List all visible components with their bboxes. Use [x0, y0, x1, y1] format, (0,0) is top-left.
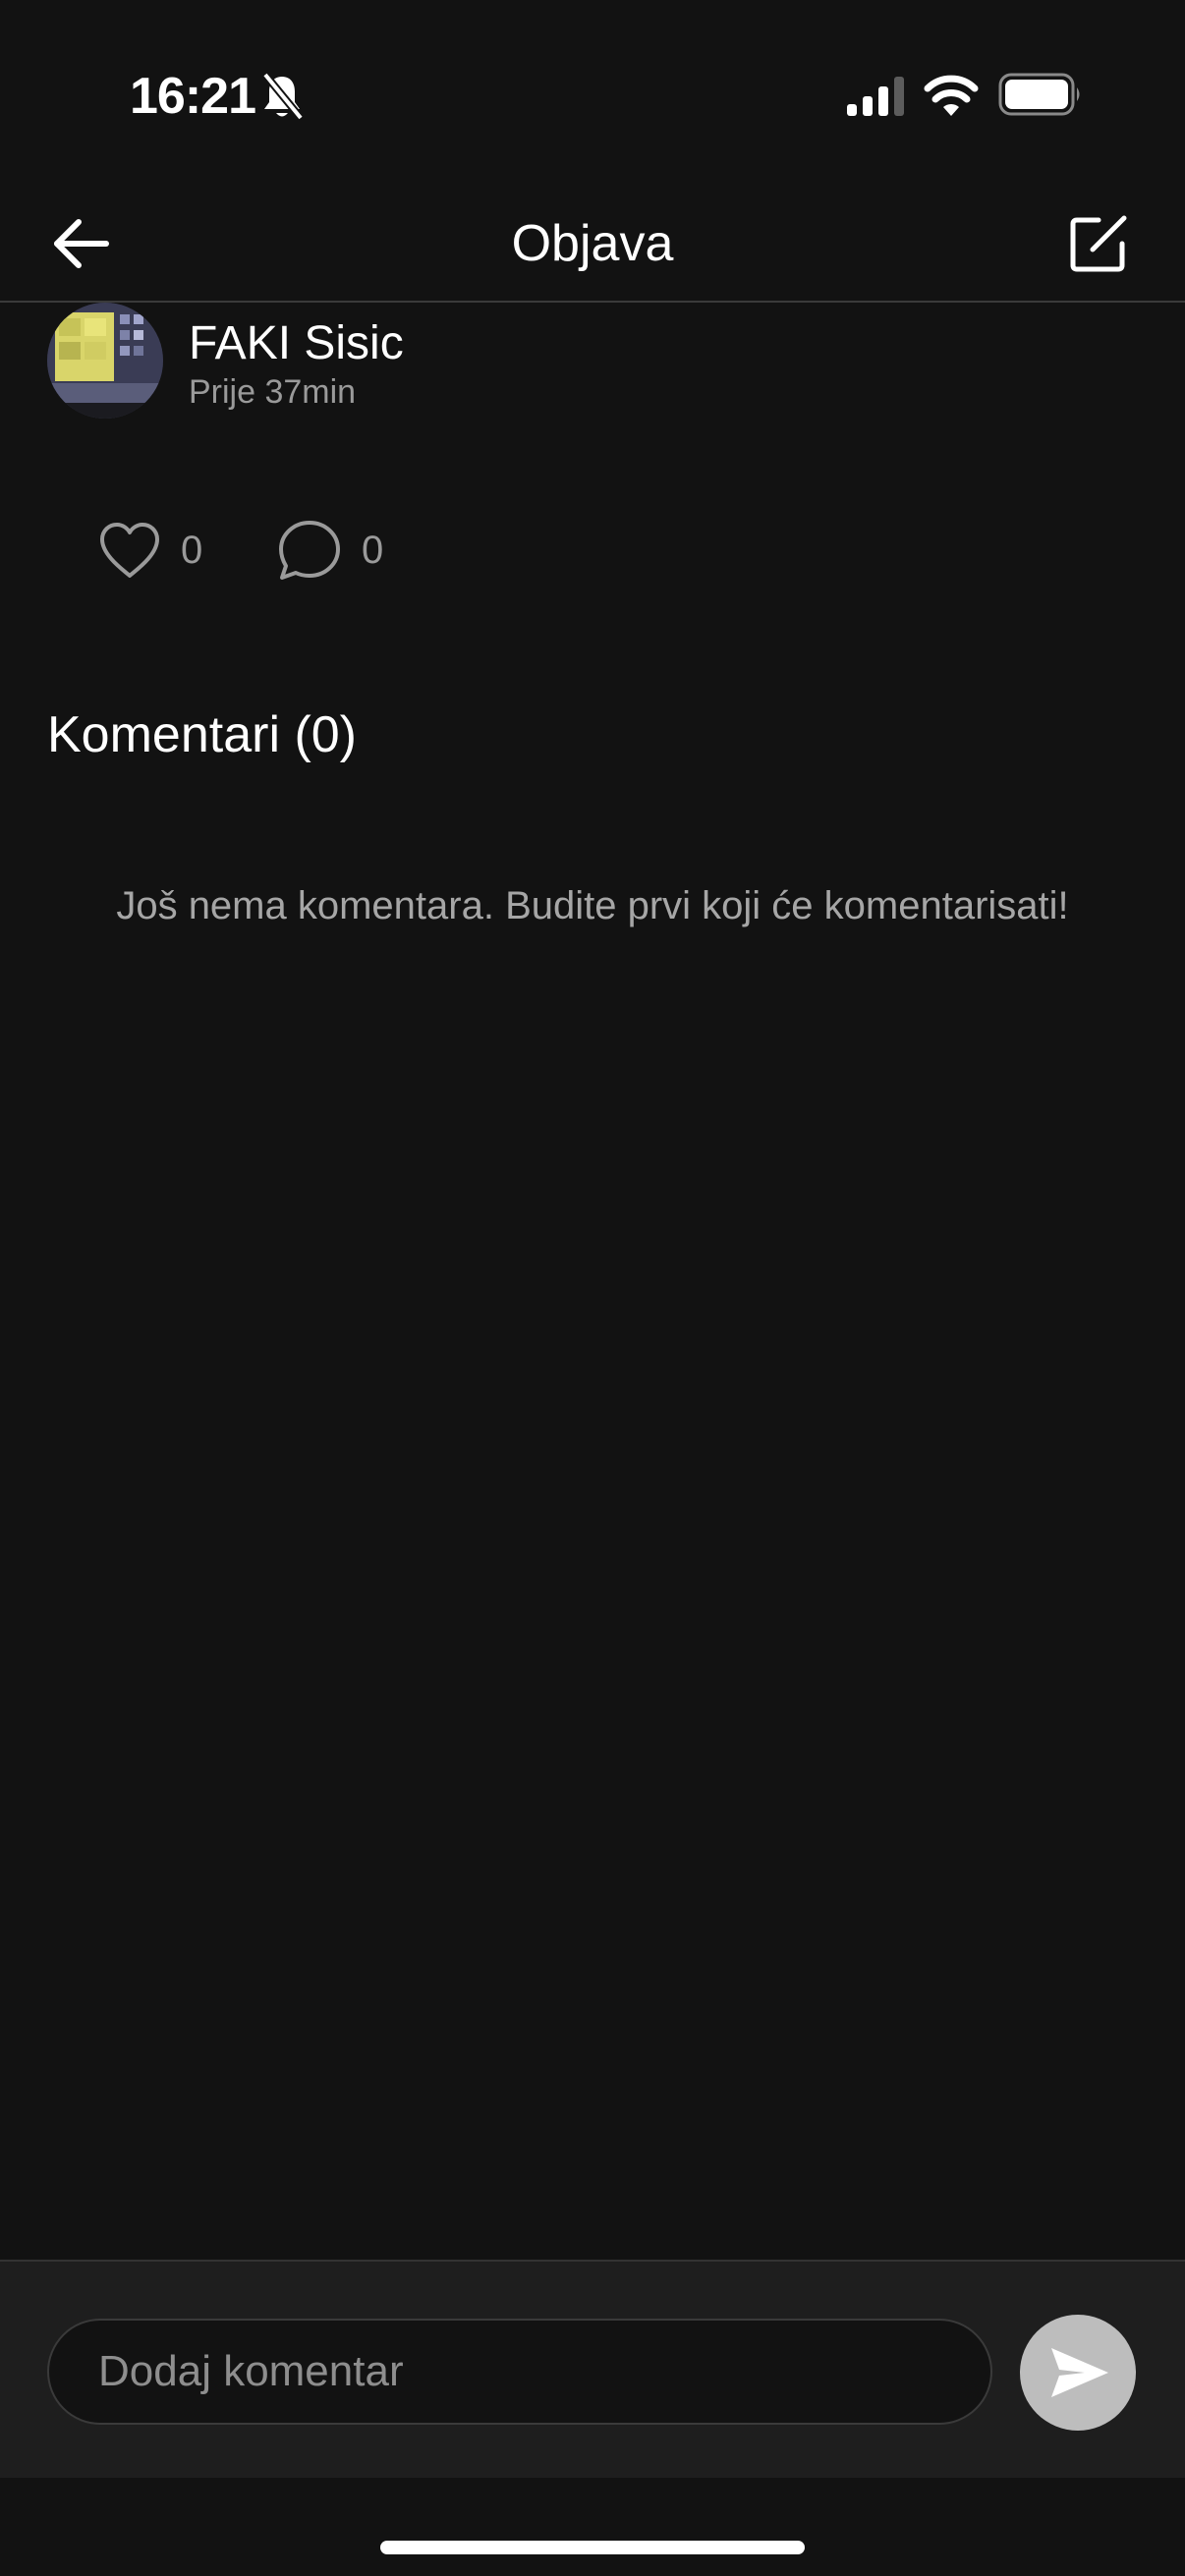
- avatar[interactable]: [47, 303, 163, 419]
- status-time: 16:21: [130, 68, 256, 125]
- post-time: Prije 37min: [189, 373, 357, 411]
- edit-square-icon[interactable]: [1061, 206, 1136, 281]
- signal-icon: [847, 77, 904, 116]
- send-button[interactable]: [1020, 2315, 1136, 2431]
- app-header: Objava: [0, 187, 1185, 303]
- comment-count: 0: [362, 528, 384, 572]
- avatar-image: [47, 303, 163, 419]
- comment-input[interactable]: [47, 2319, 992, 2425]
- empty-comments-message: Još nema komentara. Budite prvi koji će …: [116, 884, 1069, 927]
- comments-heading: Komentari (0): [47, 706, 357, 763]
- wifi-icon: [924, 75, 979, 116]
- bell-slash-icon: [261, 72, 305, 121]
- like-button[interactable]: 0: [98, 511, 202, 589]
- comment-input-bar: [0, 2260, 1185, 2478]
- page-title: Objava: [511, 215, 674, 272]
- speech-bubble-icon: [279, 521, 340, 580]
- like-count: 0: [181, 528, 203, 572]
- battery-icon: [998, 73, 1080, 116]
- status-bar: 16:21: [0, 0, 1185, 187]
- send-icon: [1051, 2348, 1108, 2397]
- author-name[interactable]: FAKI Sisic: [189, 316, 404, 370]
- heart-icon: [100, 523, 159, 578]
- comment-button[interactable]: 0: [277, 511, 383, 589]
- home-indicator: [380, 2541, 805, 2554]
